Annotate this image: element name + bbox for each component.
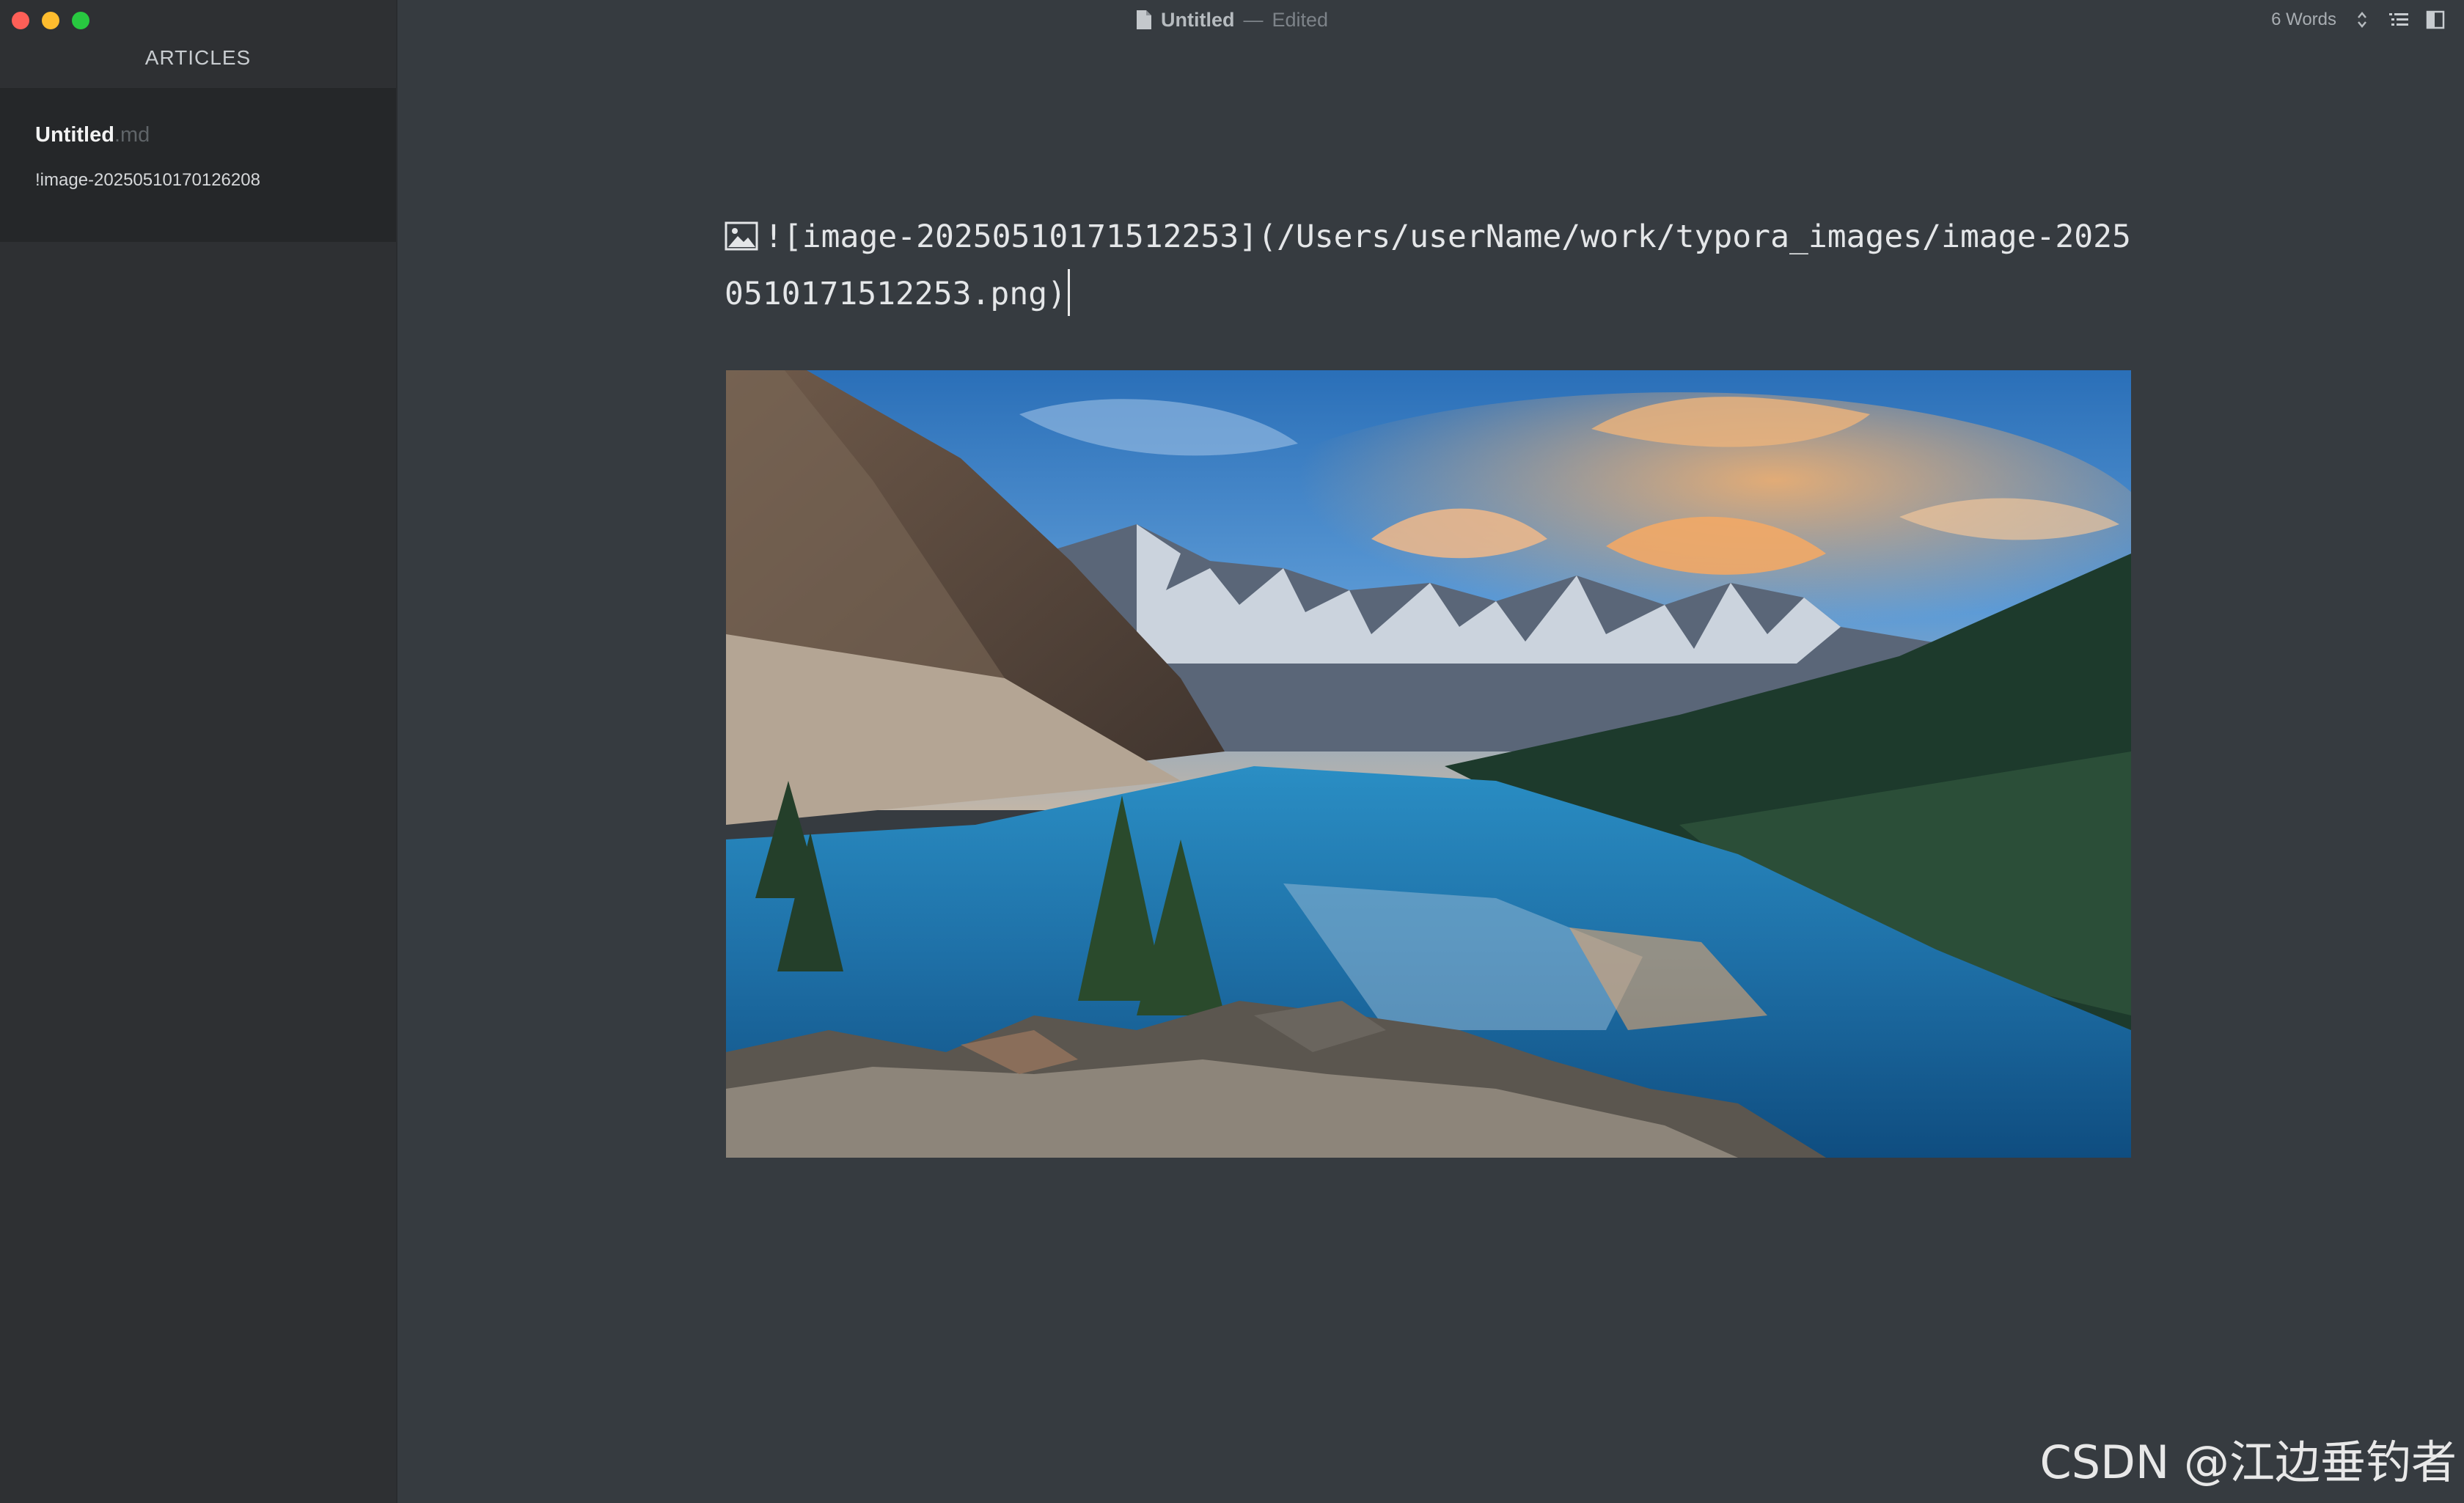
text-caret [1068, 269, 1070, 316]
outline-icon[interactable] [2388, 9, 2410, 31]
titlebar-tools: 6 Words [2271, 9, 2446, 31]
inline-image-preview[interactable] [726, 370, 2131, 1158]
landscape-image [726, 370, 2131, 1158]
editor-pane[interactable]: ![image-20250510171512253](/Users/userNa… [397, 40, 2464, 1503]
title-bar: Untitled — Edited 6 Words [0, 0, 2464, 40]
word-count[interactable]: 6 Words [2271, 10, 2336, 30]
edit-status: Edited [1272, 8, 1329, 31]
minimize-button[interactable] [42, 12, 59, 29]
file-title: Untitled.md [35, 123, 150, 147]
sidebar: ARTICLES Untitled.md !image-202505101701… [0, 0, 396, 1503]
document-icon [1136, 10, 1151, 29]
window-title: Untitled — Edited [1136, 9, 1328, 32]
file-list-item[interactable]: Untitled.md !image-20250510170126208 [0, 88, 396, 242]
sidebar-header[interactable]: ARTICLES [0, 43, 396, 85]
window-controls [12, 12, 89, 29]
image-icon [725, 221, 758, 251]
zoom-button[interactable] [72, 12, 89, 29]
file-extension: .md [114, 123, 150, 147]
markdown-text: ![image-20250510171512253](/Users/userNa… [725, 218, 2131, 312]
file-snippet: !image-20250510170126208 [35, 170, 260, 190]
typora-window: ARTICLES Untitled.md !image-202505101701… [0, 0, 2464, 1503]
close-button[interactable] [12, 12, 29, 29]
chevron-updown-icon[interactable] [2351, 9, 2373, 31]
title-separator: — [1243, 8, 1264, 31]
csdn-watermark: CSDN @江边垂钓者 [2039, 1436, 2457, 1489]
sidebar-toggle-icon[interactable] [2424, 9, 2446, 31]
markdown-image-source[interactable]: ![image-20250510171512253](/Users/userNa… [725, 208, 2147, 323]
file-name: Untitled [35, 123, 114, 147]
document-title: Untitled [1160, 8, 1235, 31]
